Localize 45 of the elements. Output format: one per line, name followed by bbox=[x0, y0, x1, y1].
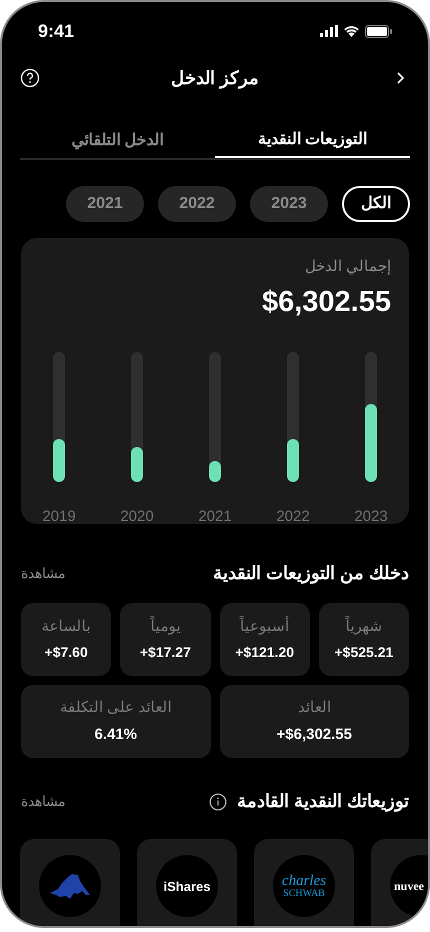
logo-text: nuvee bbox=[394, 880, 424, 892]
stat-value: +$7.60 bbox=[44, 643, 88, 662]
signal-icon bbox=[320, 25, 338, 37]
stat-value: +$17.27 bbox=[140, 643, 191, 662]
year-label: 2019 bbox=[42, 507, 76, 527]
stat-value: +$6,302.55 bbox=[276, 724, 352, 744]
stat-value: +$121.20 bbox=[235, 643, 294, 662]
view-link[interactable]: مشاهدة bbox=[21, 791, 66, 812]
filter-chip[interactable]: الكل bbox=[342, 186, 410, 222]
fund-card[interactable]: charles SCHWAB bbox=[254, 839, 354, 926]
stat-value: 6.41% bbox=[94, 724, 138, 744]
logo-text: SCHWAB bbox=[283, 888, 325, 898]
year-label: 2021 bbox=[198, 507, 232, 527]
battery-icon bbox=[365, 24, 392, 38]
page-title: مركز الدخل bbox=[171, 66, 260, 91]
mountain-icon bbox=[48, 873, 92, 899]
tab[interactable]: التوزيعات النقدية bbox=[215, 124, 410, 158]
tab[interactable]: الدخل التلقائي bbox=[20, 124, 215, 158]
stat-label: أسبوعياً bbox=[240, 616, 290, 637]
total-label: إجمالي الدخل bbox=[304, 257, 391, 277]
help-icon[interactable] bbox=[20, 68, 40, 88]
stat-label: العائد على التكلفة bbox=[60, 698, 172, 718]
fund-card[interactable]: iShares bbox=[137, 839, 237, 926]
filter-chip[interactable]: 2023 bbox=[250, 186, 328, 222]
stat-label: شهرياً bbox=[345, 616, 382, 637]
section-title: توزيعاتك النقدية القادمة bbox=[236, 790, 409, 814]
stat-label: العائد bbox=[298, 698, 331, 718]
view-link[interactable]: مشاهدة bbox=[21, 563, 66, 584]
fund-card[interactable]: nuvee bbox=[371, 839, 428, 926]
logo-text: iShares bbox=[164, 880, 210, 892]
section-title: دخلك من التوزيعات النقدية bbox=[212, 562, 409, 586]
year-label: 2023 bbox=[354, 507, 388, 527]
filter-chip[interactable]: 2022 bbox=[158, 186, 236, 222]
stat-label: بالساعة bbox=[42, 616, 91, 637]
info-icon[interactable] bbox=[208, 792, 227, 810]
chevron-icon bbox=[395, 71, 405, 85]
stat-label: يومياً bbox=[150, 616, 180, 637]
logo-text: charles bbox=[282, 874, 326, 888]
year-label: 2022 bbox=[276, 507, 310, 527]
wifi-icon bbox=[343, 25, 360, 37]
status-time: 9:41 bbox=[38, 20, 74, 42]
total-amount: $6,302.55 bbox=[260, 284, 391, 320]
filter-chip[interactable]: 2021 bbox=[66, 186, 144, 222]
year-label: 2020 bbox=[120, 507, 154, 527]
stat-value: +$525.21 bbox=[334, 643, 394, 662]
